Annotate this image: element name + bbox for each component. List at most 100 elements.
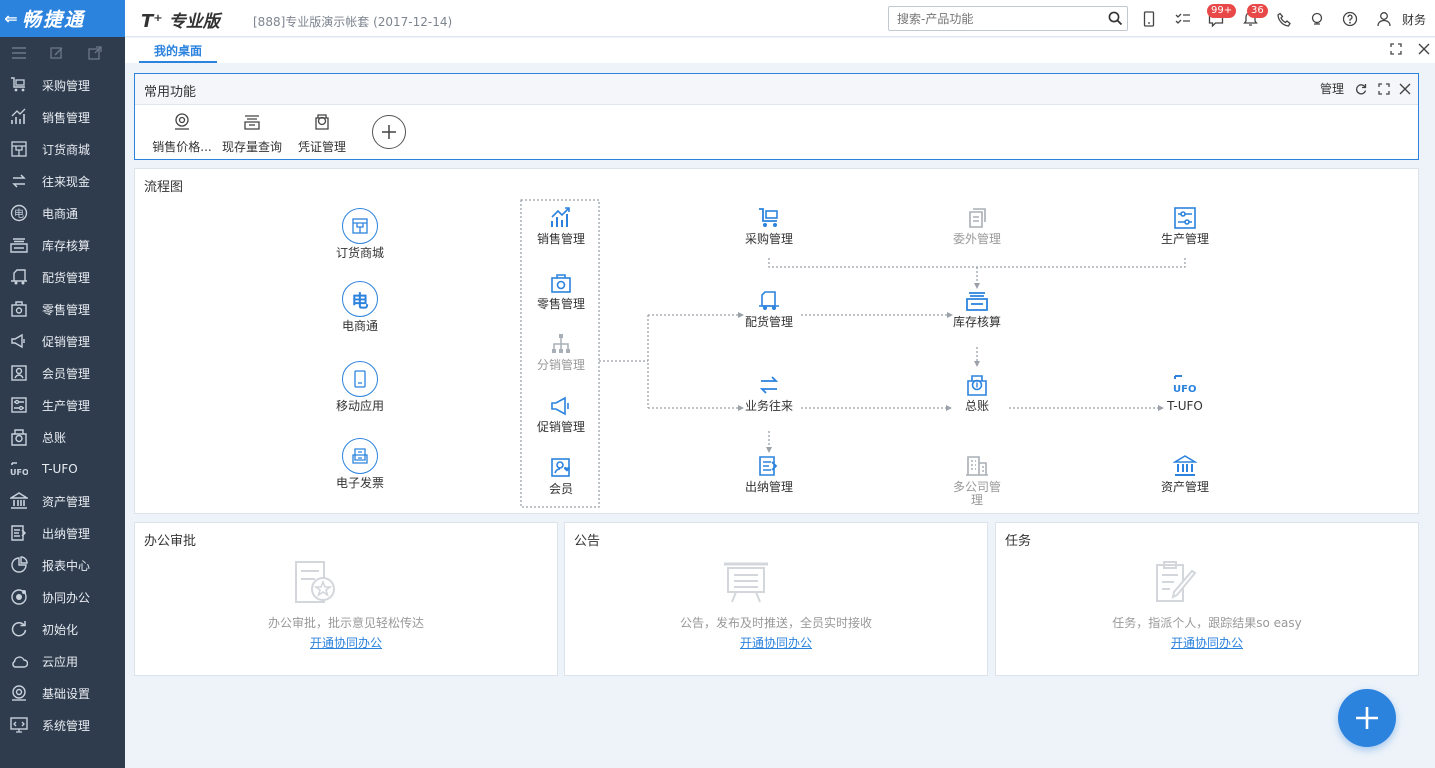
sidebar-item[interactable]: 报表中心: [0, 549, 125, 581]
flow-node-inventory[interactable]: 库存核算: [932, 289, 1022, 329]
flow-node-e-invoice[interactable]: 电子发票: [315, 438, 405, 490]
flow-node-ecommerce[interactable]: 电 电商通: [315, 281, 405, 333]
member-icon: [0, 364, 38, 382]
sidebar-item[interactable]: 促销管理: [0, 325, 125, 357]
flow-node-distribution[interactable]: 配货管理: [724, 289, 814, 329]
shortcut-label: 销售价格...: [152, 140, 212, 154]
search-icon[interactable]: [1108, 11, 1123, 26]
sidebar-item-label: 零售管理: [42, 302, 91, 317]
building-icon: [932, 454, 1022, 478]
flow-node-ledger[interactable]: 总账: [932, 373, 1022, 413]
flow-node-mobile[interactable]: 移动应用: [315, 361, 405, 413]
notice-panel: 公告 公告，发布及时推送，全员实时接收 开通协同办公: [564, 522, 988, 676]
chart-icon: [0, 108, 38, 126]
sidebar-item[interactable]: 初始化: [0, 613, 125, 645]
sidebar-item[interactable]: 基础设置: [0, 677, 125, 709]
search-input[interactable]: [889, 7, 1099, 30]
panel-title: 办公审批: [144, 534, 197, 549]
sidebar: ⇐ 畅捷通 采购管理 销售管理 订货商城往来现金电 电商通 库存核算配货管理零售管理促销…: [0, 0, 125, 768]
flow-node-distribution-sales[interactable]: 分销管理: [516, 332, 606, 372]
shortcut-voucher[interactable]: 凭证管理: [282, 110, 362, 155]
flow-node-assets[interactable]: 资产管理: [1140, 454, 1230, 494]
sidebar-item[interactable]: 采购管理: [0, 69, 125, 101]
sidebar-item-label: 基础设置: [42, 686, 91, 701]
close-icon[interactable]: [1418, 43, 1430, 55]
sidebar-item-label: 配货管理: [42, 270, 91, 285]
flow-node-multi-company[interactable]: 多公司管理: [932, 454, 1022, 507]
flow-node-retail[interactable]: 零售管理: [516, 271, 606, 311]
menu-icon[interactable]: [0, 47, 38, 59]
sidebar-item[interactable]: 生产管理: [0, 389, 125, 421]
pie-icon: [0, 556, 38, 574]
flow-node-label: 销售管理: [536, 232, 585, 246]
mobile-icon[interactable]: [1140, 10, 1158, 28]
tab-my-desktop[interactable]: 我的桌面: [139, 41, 218, 63]
inventory-icon: [0, 236, 38, 254]
shortcut-stock-query[interactable]: 现存量查询: [212, 110, 292, 155]
flow-node-outsource[interactable]: 委外管理: [932, 206, 1022, 246]
sidebar-item-label: 往来现金: [42, 174, 91, 189]
flow-node-business[interactable]: 业务往来: [724, 373, 814, 413]
shortcut-sales-price[interactable]: 销售价格...: [142, 110, 222, 155]
support-icon[interactable]: [1308, 10, 1326, 28]
enable-collab-link[interactable]: 开通协同办公: [996, 634, 1418, 651]
flow-node-order-mall[interactable]: 订货商城: [315, 208, 405, 260]
empty-state-text: 办公审批，批示意见轻松传达: [267, 616, 424, 630]
sidebar-item[interactable]: 订货商城: [0, 133, 125, 165]
add-shortcut-button[interactable]: [372, 115, 406, 149]
cart-icon: [724, 206, 814, 230]
megaphone-icon: [0, 332, 38, 350]
sidebar-item[interactable]: UFO T-UFO: [0, 453, 125, 485]
flow-node-production[interactable]: 生产管理: [1140, 206, 1230, 246]
flow-node-tufo[interactable]: UFO T-UFO: [1140, 373, 1230, 413]
user-icon[interactable]: [1375, 10, 1393, 28]
user-name[interactable]: 财务: [1402, 11, 1426, 28]
enable-collab-link[interactable]: 开通协同办公: [565, 634, 987, 651]
sidebar-item[interactable]: 电 电商通: [0, 197, 125, 229]
flow-node-promotion[interactable]: 促销管理: [516, 394, 606, 434]
fullscreen-icon[interactable]: [1390, 43, 1402, 55]
flow-node-label: 零售管理: [536, 297, 585, 311]
sidebar-item[interactable]: 会员管理: [0, 357, 125, 389]
flow-node-label: 分销管理: [536, 358, 585, 372]
sidebar-item[interactable]: 出纳管理: [0, 517, 125, 549]
refresh-icon[interactable]: [1355, 83, 1367, 95]
flow-node-sales[interactable]: 销售管理: [516, 206, 606, 246]
inventory-icon: [932, 289, 1022, 313]
store-icon: [0, 140, 38, 158]
checklist-icon[interactable]: [1174, 10, 1192, 28]
flow-node-label: 会员: [548, 482, 573, 496]
logo[interactable]: ⇐ 畅捷通: [0, 0, 125, 37]
sidebar-item-label: 资产管理: [42, 494, 91, 509]
flow-node-purchase[interactable]: 采购管理: [724, 206, 814, 246]
flow-node-member[interactable]: 会员: [516, 456, 606, 496]
search-box[interactable]: [888, 6, 1128, 31]
panel-title: 常用功能: [144, 85, 197, 100]
close-panel-icon[interactable]: [1399, 83, 1411, 95]
member-icon: [516, 456, 606, 480]
expand-icon[interactable]: [1378, 83, 1390, 95]
manage-button[interactable]: 管理: [1320, 80, 1344, 97]
help-icon[interactable]: [1341, 10, 1359, 28]
common-functions-panel: 常用功能 管理 销售价格... 现存量查询 凭证管理: [134, 73, 1419, 160]
phone-icon[interactable]: [1275, 10, 1293, 28]
sidebar-item[interactable]: 系统管理: [0, 709, 125, 741]
sidebar-item[interactable]: 零售管理: [0, 293, 125, 325]
edit-icon[interactable]: [38, 46, 76, 60]
sidebar-item[interactable]: 总账: [0, 421, 125, 453]
sidebar-item[interactable]: 云应用: [0, 645, 125, 677]
sidebar-item[interactable]: 协同办公: [0, 581, 125, 613]
sidebar-item[interactable]: 库存核算: [0, 229, 125, 261]
back-arrow-icon[interactable]: ⇐: [0, 9, 22, 28]
sidebar-item[interactable]: 往来现金: [0, 165, 125, 197]
tasks-panel: 任务 任务，指派个人，跟踪结果so easy 开通协同办公: [995, 522, 1419, 676]
sidebar-item[interactable]: 销售管理: [0, 101, 125, 133]
flow-node-label: 资产管理: [1160, 480, 1209, 494]
enable-collab-link[interactable]: 开通协同办公: [135, 634, 557, 651]
flow-node-cashier[interactable]: 出纳管理: [724, 454, 814, 494]
add-fab-button[interactable]: [1338, 689, 1396, 747]
sidebar-item[interactable]: 资产管理: [0, 485, 125, 517]
top-bar: T⁺ 专业版 [888]专业版演示帐套 (2017-12-14) 99+ 36 …: [125, 0, 1435, 37]
new-window-icon[interactable]: [76, 46, 114, 60]
sidebar-item[interactable]: 配货管理: [0, 261, 125, 293]
